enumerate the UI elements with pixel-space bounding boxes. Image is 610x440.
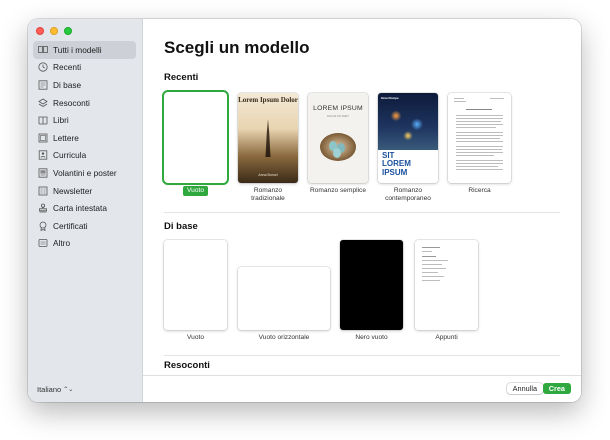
sidebar-item-di-base[interactable]: Di base <box>33 76 136 94</box>
cover-title: Lorem Ipsum Dolor <box>238 96 298 104</box>
template-appunti[interactable]: Appunti <box>415 240 478 342</box>
sidebar-item-libri[interactable]: Libri <box>33 111 136 129</box>
template-caption: Romanzo semplice <box>309 187 367 194</box>
sidebar-item-label: Resoconti <box>53 97 90 108</box>
cancel-button[interactable]: Annulla <box>506 383 543 394</box>
resume-icon <box>38 150 48 160</box>
cover-author: Anna Bonuri <box>258 173 278 177</box>
zoom-window-button[interactable] <box>64 27 72 35</box>
section-title-di-base: Di base <box>164 221 198 232</box>
cover-title: LOREM IPSUM <box>313 105 363 112</box>
section-divider <box>164 355 560 356</box>
sidebar-item-carta-intestata[interactable]: Carta intestata <box>33 199 136 217</box>
window-controls <box>36 27 72 35</box>
newsletter-icon <box>38 186 48 196</box>
template-gallery: Scegli un modello Recenti Vuoto Lorem Ip… <box>143 19 581 402</box>
cover-subtitle: DOLOR SIT AMET <box>327 115 349 118</box>
template-thumbnail <box>238 267 330 330</box>
clock-icon <box>38 62 48 72</box>
template-thumbnail <box>340 240 403 330</box>
template-thumbnail: LOREM IPSUM DOLOR SIT AMET <box>308 93 368 183</box>
sidebar-item-curricula[interactable]: Curricula <box>33 147 136 165</box>
letter-icon <box>38 133 48 143</box>
sidebar-item-certificati[interactable]: Certificati <box>33 217 136 235</box>
dialog-footer: Annulla Crea <box>143 375 581 402</box>
sidebar-item-label: Certificati <box>53 220 88 231</box>
poster-icon <box>38 168 48 178</box>
sidebar-item-label: Volantini e poster <box>53 167 117 178</box>
template-chooser-window: Tutti i modelli Recenti Di base Resocont… <box>28 19 581 402</box>
language-label: Italiano <box>37 385 62 394</box>
sidebar-item-label: Altro <box>53 238 71 249</box>
template-caption: Appunti <box>435 334 458 341</box>
template-romanzo-semplice[interactable]: LOREM IPSUM DOLOR SIT AMET Romanzo sempl… <box>308 93 368 195</box>
sidebar-item-label: Carta intestata <box>53 203 107 214</box>
template-thumbnail <box>164 240 227 330</box>
cover-title: SIT LOREM IPSUM <box>382 151 411 177</box>
template-caption: Vuoto <box>183 186 208 196</box>
sidebar-item-tutti-i-modelli[interactable]: Tutti i modelli <box>33 41 136 59</box>
stamp-icon <box>38 203 48 213</box>
section-title-recenti: Recenti <box>164 72 199 83</box>
template-caption: Vuoto <box>187 334 204 341</box>
sidebar: Tutti i modelli Recenti Di base Resocont… <box>28 19 143 402</box>
sidebar-item-label: Libri <box>53 115 69 126</box>
sidebar-item-newsletter[interactable]: Newsletter <box>33 182 136 200</box>
template-thumbnail <box>415 240 478 330</box>
template-caption: Romanzo tradizionale <box>251 187 285 202</box>
city-lights-photo <box>378 93 438 150</box>
report-icon <box>38 98 48 108</box>
close-window-button[interactable] <box>36 27 44 35</box>
template-caption: Ricerca <box>468 187 491 194</box>
sidebar-item-label: Recenti <box>53 62 82 73</box>
sidebar-item-volantini-e-poster[interactable]: Volantini e poster <box>33 164 136 182</box>
template-romanzo-tradizionale[interactable]: Lorem Ipsum Dolor Anna Bonuri Romanzo tr… <box>238 93 298 203</box>
sidebar-item-label: Curricula <box>53 150 87 161</box>
page-title: Scegli un modello <box>164 38 310 57</box>
language-selector[interactable]: Italiano ⌃⌄ <box>37 385 73 394</box>
minimize-window-button[interactable] <box>50 27 58 35</box>
document-icon <box>38 80 48 90</box>
sidebar-item-label: Newsletter <box>53 185 93 196</box>
eiffel-tower-illustration <box>265 119 271 157</box>
template-thumbnail: Gina Rompe SIT LOREM IPSUM <box>378 93 438 183</box>
sidebar-item-label: Tutti i modelli <box>53 44 102 55</box>
template-caption: Romanzo contemporaneo <box>385 187 431 202</box>
template-romanzo-contemporaneo[interactable]: Gina Rompe SIT LOREM IPSUM Romanzo conte… <box>378 93 438 203</box>
certificate-icon <box>38 221 48 231</box>
sidebar-item-label: Di base <box>53 79 82 90</box>
template-thumbnail <box>164 92 227 183</box>
sidebar-item-recenti[interactable]: Recenti <box>33 59 136 77</box>
template-vuoto-orizzontale[interactable]: Vuoto orizzontale <box>238 267 330 342</box>
sidebar-list: Tutti i modelli Recenti Di base Resocont… <box>33 41 136 252</box>
sidebar-item-label: Lettere <box>53 132 79 143</box>
sidebar-item-altro[interactable]: Altro <box>33 235 136 253</box>
sidebar-item-resoconti[interactable]: Resoconti <box>33 94 136 112</box>
section-divider <box>164 212 560 213</box>
section-title-resoconti: Resoconti <box>164 360 210 371</box>
cover-author: Gina Rompe <box>381 96 399 100</box>
template-thumbnail <box>448 93 511 183</box>
templates-grid-icon <box>38 45 48 55</box>
template-ricerca[interactable]: Ricerca <box>448 93 511 195</box>
template-caption: Nero vuoto <box>355 334 388 341</box>
template-thumbnail: Lorem Ipsum Dolor Anna Bonuri <box>238 93 298 183</box>
book-icon <box>38 115 48 125</box>
template-caption: Vuoto orizzontale <box>258 334 310 341</box>
template-nero-vuoto[interactable]: Nero vuoto <box>340 240 403 342</box>
template-vuoto[interactable]: Vuoto <box>164 92 227 196</box>
sidebar-item-lettere[interactable]: Lettere <box>33 129 136 147</box>
egg-illustration <box>333 148 341 158</box>
other-icon <box>38 238 48 248</box>
template-vuoto-base[interactable]: Vuoto <box>164 240 227 342</box>
create-button[interactable]: Crea <box>542 383 571 394</box>
chevron-updown-icon: ⌃⌄ <box>63 387 74 393</box>
